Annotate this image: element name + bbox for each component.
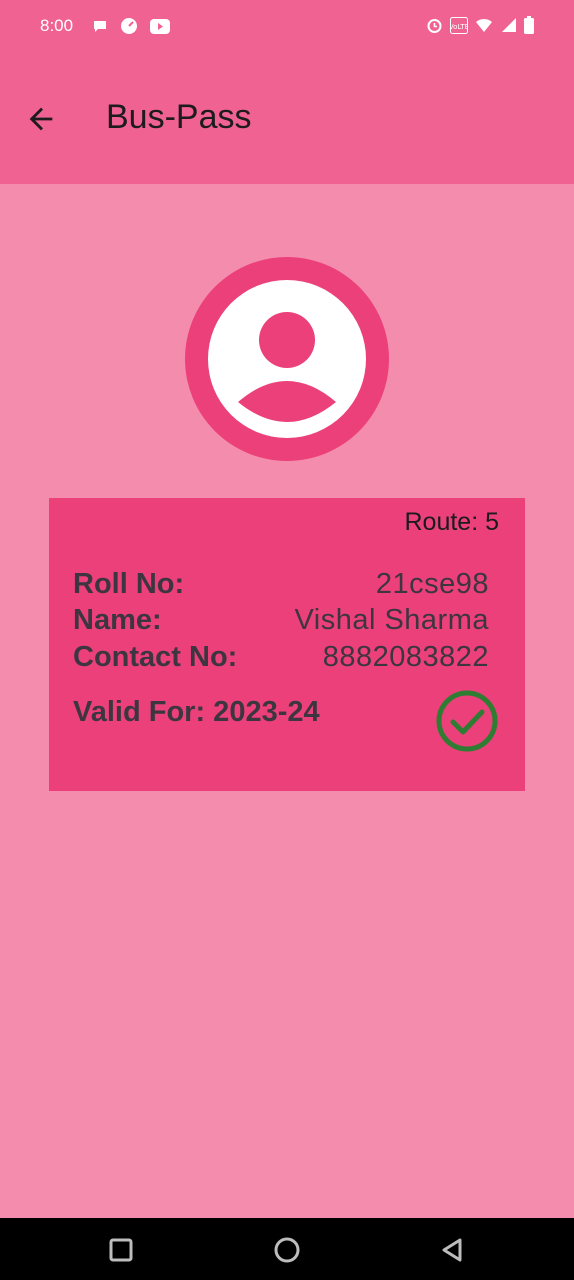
contact-value: 8882083822	[322, 641, 489, 673]
status-time: 8:00	[40, 16, 74, 35]
route-label: Route: 5	[404, 508, 499, 536]
recents-square-icon[interactable]	[107, 1236, 135, 1264]
home-circle-icon[interactable]	[273, 1236, 301, 1264]
app-bar: Bus-Pass	[0, 52, 574, 184]
battery-icon	[524, 16, 534, 34]
name-value: Vishal Sharma	[294, 604, 489, 636]
system-nav-bar	[0, 1218, 574, 1280]
alarm-icon	[427, 18, 442, 33]
wifi-icon	[476, 18, 492, 32]
youtube-icon	[150, 18, 170, 34]
volte-icon: VoLTE	[450, 16, 468, 34]
roll-no-row: Roll No: 21cse98	[73, 568, 489, 601]
valid-for-label: Valid For: 2023-24	[73, 696, 320, 728]
signal-icon	[502, 18, 516, 32]
chat-icon	[94, 21, 106, 32]
contact-label: Contact No:	[73, 641, 238, 673]
back-triangle-icon[interactable]	[438, 1236, 466, 1264]
arrow-back-icon[interactable]	[24, 102, 58, 136]
name-row: Name: Vishal Sharma	[73, 604, 489, 637]
bus-pass-card: Route: 5 Roll No: 21cse98 Name: Vishal S…	[49, 498, 525, 791]
page-title: Bus-Pass	[106, 98, 252, 136]
contact-row: Contact No: 8882083822	[73, 641, 489, 674]
person-silhouette	[238, 312, 336, 422]
roll-no-label: Roll No:	[73, 568, 185, 600]
avatar	[185, 257, 389, 461]
volte-text: VoLTE	[450, 23, 468, 31]
account-circle-icon	[208, 280, 366, 438]
status-bar: 8:00 VoLTE	[0, 0, 574, 52]
status-right-icons: VoLTE	[426, 16, 534, 34]
roll-no-value: 21cse98	[375, 568, 489, 600]
speedometer-icon	[121, 18, 137, 34]
name-label: Name:	[73, 604, 162, 636]
check-circle-icon	[436, 690, 498, 752]
status-left-icons	[92, 17, 170, 35]
